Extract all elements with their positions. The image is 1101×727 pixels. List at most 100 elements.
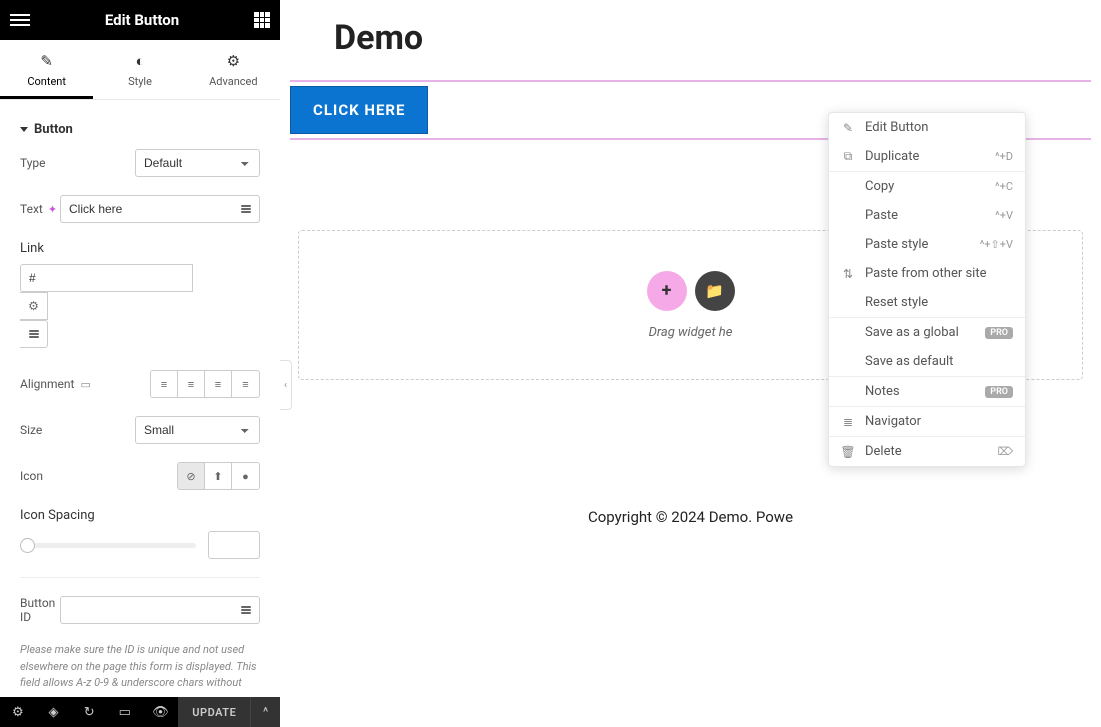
ctx-edit-button[interactable]: ✎Edit Button: [829, 113, 1025, 142]
template-library-button[interactable]: 📁: [695, 271, 735, 311]
alignment-group: ≡ ≡ ≡ ≡: [150, 370, 260, 398]
ctx-save-global[interactable]: Save as a global PRO: [829, 318, 1025, 347]
slider-thumb[interactable]: [20, 538, 35, 553]
icon-label: Icon: [20, 469, 135, 483]
text-label: Text✦: [20, 202, 60, 216]
gear-icon: ⚙: [187, 52, 280, 70]
editor-panel: Edit Button ✎ Content ◐ Style ⚙ Advanced Bu…: [0, 0, 280, 727]
update-options-button[interactable]: ^: [250, 697, 280, 727]
ctx-save-default[interactable]: Save as default: [829, 347, 1025, 376]
page-footer-text: Copyright © 2024 Demo. Powe: [280, 508, 1101, 526]
button-id-dynamic-button[interactable]: [232, 596, 260, 624]
ctx-paste-shortcut: ^+V: [995, 209, 1013, 222]
ctx-paste-other-label: Paste from other site: [865, 266, 1013, 281]
ctx-paste[interactable]: Paste ^+V: [829, 201, 1025, 230]
ctx-copy-label: Copy: [865, 179, 985, 194]
drop-text: Drag widget he: [649, 325, 733, 340]
icon-spacing-label: Icon Spacing: [20, 508, 260, 523]
panel-header: Edit Button: [0, 0, 280, 40]
ctx-navigator[interactable]: ≣ Navigator: [829, 407, 1025, 436]
panel-footer: ⚙ ◈ ↻ ▭ 👁 UPDATE ^: [0, 697, 280, 727]
ctx-notes-label: Notes: [865, 384, 975, 399]
icon-none-button[interactable]: ⊘: [178, 463, 205, 489]
align-left-button[interactable]: ≡: [151, 371, 178, 397]
ctx-navigator-label: Navigator: [865, 414, 1013, 429]
structure-button[interactable]: ◈: [36, 697, 72, 727]
icon-library-button[interactable]: ●: [232, 463, 259, 489]
tab-advanced[interactable]: ⚙ Advanced: [187, 40, 280, 99]
align-center-button[interactable]: ≡: [178, 371, 205, 397]
click-here-button[interactable]: CLICK HERE: [290, 86, 428, 134]
settings-button[interactable]: ⚙: [0, 697, 36, 727]
ctx-copy[interactable]: Copy^+C: [829, 172, 1025, 201]
transfer-icon: ⇅: [841, 267, 855, 281]
contrast-icon: ◐: [93, 52, 186, 70]
widgets-grid-icon[interactable]: [254, 12, 270, 28]
ctx-reset-style[interactable]: Reset style: [829, 288, 1025, 317]
ctx-notes[interactable]: Notes PRO: [829, 377, 1025, 406]
responsive-button[interactable]: ▭: [107, 697, 143, 727]
panel-title: Edit Button: [105, 11, 179, 29]
database-icon: [241, 606, 251, 614]
tab-content[interactable]: ✎ Content: [0, 40, 93, 99]
align-justify-button[interactable]: ≡: [232, 371, 259, 397]
button-id-input[interactable]: [60, 596, 232, 624]
pro-badge: PRO: [985, 327, 1013, 339]
copy-icon: ⧉: [841, 149, 855, 164]
section-button-toggle[interactable]: Button: [0, 100, 280, 149]
link-input[interactable]: [20, 264, 193, 292]
ctx-edit-label: Edit Button: [865, 120, 1013, 135]
ctx-save-default-label: Save as default: [865, 354, 1013, 369]
tab-style[interactable]: ◐ Style: [93, 40, 186, 99]
database-icon: [29, 330, 39, 338]
link-label: Link: [20, 241, 260, 256]
icon-group: ⊘ ⬆ ●: [177, 462, 260, 490]
delete-key-icon: ⌦: [997, 445, 1013, 458]
trash-icon: 🗑: [841, 445, 855, 459]
size-select[interactable]: Small: [135, 416, 260, 444]
ctx-save-global-label: Save as a global: [865, 325, 975, 340]
link-options-button[interactable]: ⚙: [20, 292, 48, 320]
align-right-button[interactable]: ≡: [205, 371, 232, 397]
text-dynamic-button[interactable]: [232, 195, 260, 223]
add-section-button[interactable]: +: [647, 271, 687, 311]
icon-upload-button[interactable]: ⬆: [205, 463, 232, 489]
ctx-paste-other[interactable]: ⇅ Paste from other site: [829, 259, 1025, 288]
ctx-delete-label: Delete: [865, 444, 987, 459]
ctx-duplicate[interactable]: ⧉ Duplicate ^+D: [829, 142, 1025, 171]
responsive-icon[interactable]: ▭: [80, 378, 90, 391]
tab-advanced-label: Advanced: [209, 75, 257, 88]
preview-button[interactable]: 👁: [143, 697, 179, 727]
history-button[interactable]: ↻: [71, 697, 107, 727]
text-input[interactable]: [60, 195, 232, 223]
tab-style-label: Style: [128, 75, 152, 88]
ctx-paste-label: Paste: [865, 208, 985, 223]
ctx-duplicate-shortcut: ^+D: [995, 150, 1013, 163]
section-button-label: Button: [34, 122, 73, 137]
tab-content-label: Content: [27, 75, 66, 88]
ctx-delete[interactable]: 🗑 Delete ⌦: [829, 437, 1025, 466]
menu-icon[interactable]: [10, 14, 30, 26]
ctx-paste-style-label: Paste style: [865, 237, 970, 252]
link-dynamic-button[interactable]: [20, 320, 48, 348]
pencil-icon: ✎: [0, 52, 93, 70]
ai-icon[interactable]: ✦: [48, 203, 57, 216]
type-select[interactable]: Default: [135, 149, 260, 177]
ctx-paste-style[interactable]: Paste style ^+⇧+V: [829, 230, 1025, 259]
controls: Type Default Text✦ Link ⚙ Alignment▭ ≡: [0, 149, 280, 697]
button-id-hint: Please make sure the ID is unique and no…: [20, 642, 260, 697]
context-menu: ✎Edit Button ⧉ Duplicate ^+D Copy^+C Paste…: [828, 112, 1026, 467]
icon-spacing-value[interactable]: [208, 531, 260, 559]
database-icon: [241, 205, 251, 213]
page-title: Demo: [280, 0, 1101, 80]
type-label: Type: [20, 156, 135, 170]
ctx-paste-style-shortcut: ^+⇧+V: [980, 238, 1013, 251]
ctx-duplicate-label: Duplicate: [865, 149, 985, 164]
icon-spacing-slider[interactable]: [20, 543, 196, 548]
collapse-panel-button[interactable]: ‹: [280, 360, 292, 410]
pro-badge: PRO: [985, 386, 1013, 398]
alignment-label: Alignment▭: [20, 377, 135, 391]
layers-icon: ≣: [841, 415, 855, 429]
update-button[interactable]: UPDATE: [178, 697, 250, 727]
button-id-label: Button ID: [20, 596, 60, 624]
